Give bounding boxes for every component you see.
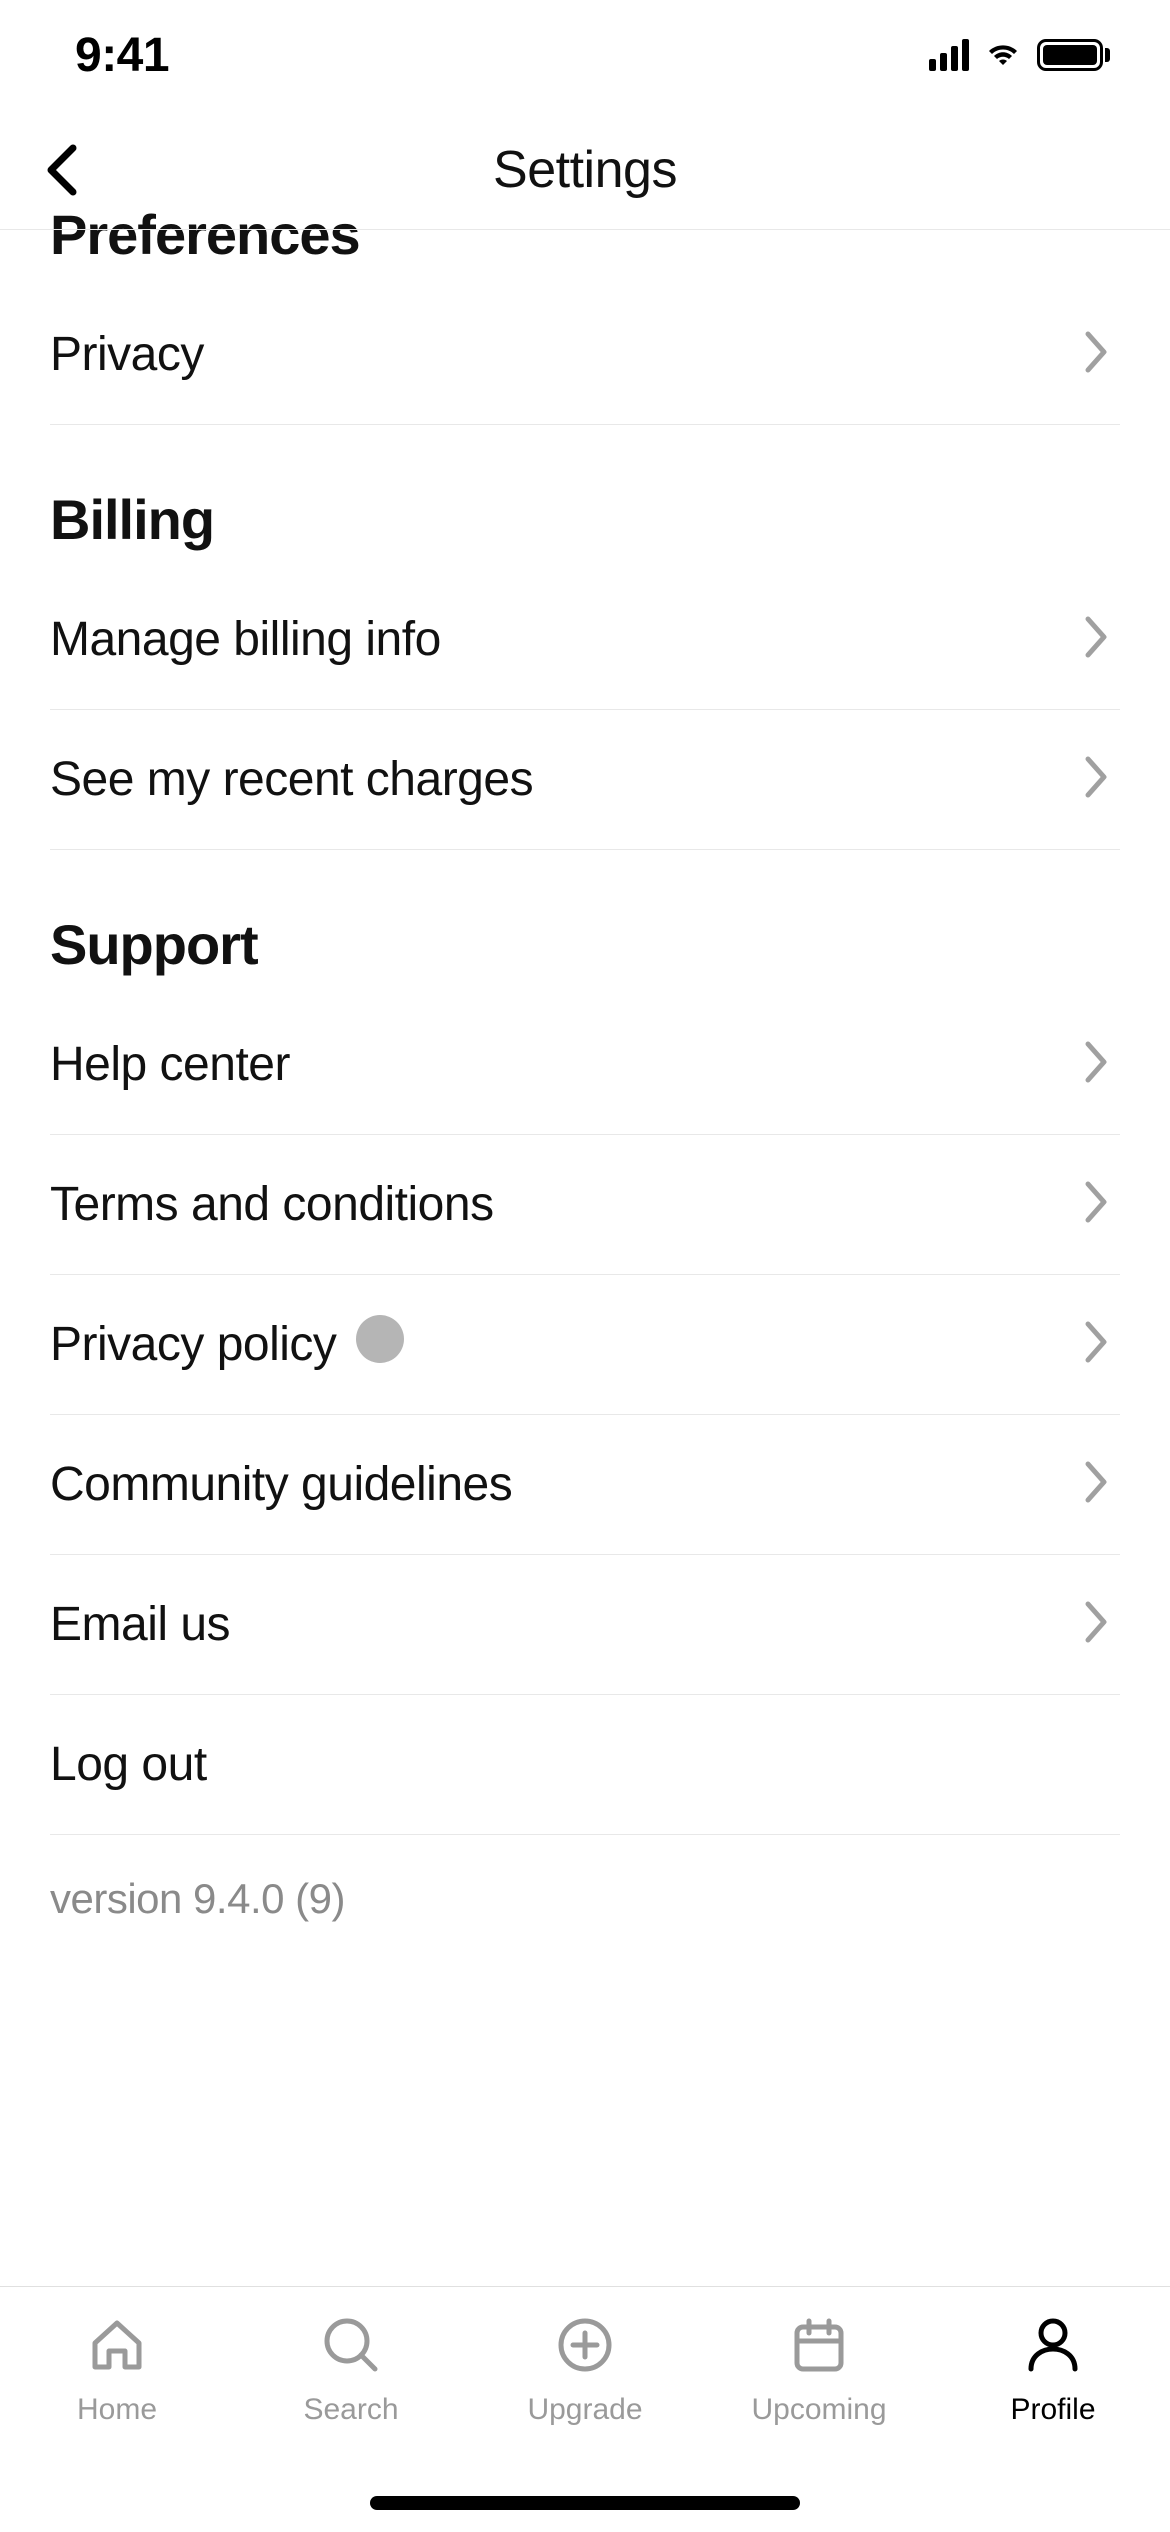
- wifi-icon: [983, 37, 1023, 74]
- calendar-icon: [785, 2311, 853, 2379]
- version-text: version 9.4.0 (9): [50, 1875, 1120, 1923]
- tab-profile[interactable]: Profile: [936, 2311, 1170, 2532]
- page-header: Settings: [0, 110, 1170, 230]
- row-manage-billing[interactable]: Manage billing info: [50, 570, 1120, 710]
- status-bar: 9:41: [0, 0, 1170, 110]
- chevron-right-icon: [1082, 755, 1110, 804]
- row-recent-charges[interactable]: See my recent charges: [50, 710, 1120, 850]
- back-button[interactable]: [28, 134, 100, 206]
- row-logout[interactable]: Log out: [50, 1695, 1120, 1835]
- row-label: Help center: [50, 1037, 290, 1092]
- chevron-right-icon: [1082, 1040, 1110, 1089]
- chevron-right-icon: [1082, 1320, 1110, 1369]
- profile-icon: [1019, 2311, 1087, 2379]
- row-privacy[interactable]: Privacy: [50, 285, 1120, 425]
- home-indicator[interactable]: [370, 2496, 800, 2510]
- section-header-billing: Billing: [50, 487, 1120, 552]
- row-label: Manage billing info: [50, 612, 441, 667]
- chevron-right-icon: [1082, 615, 1110, 664]
- page-title: Settings: [0, 140, 1170, 200]
- row-label: Log out: [50, 1737, 207, 1792]
- tab-label: Upcoming: [751, 2393, 886, 2427]
- tab-label: Home: [77, 2393, 157, 2427]
- tab-home[interactable]: Home: [0, 2311, 234, 2532]
- chevron-right-icon: [1082, 1460, 1110, 1509]
- row-label: Privacy: [50, 327, 204, 382]
- home-icon: [83, 2311, 151, 2379]
- row-help-center[interactable]: Help center: [50, 995, 1120, 1135]
- chevron-right-icon: [1082, 1600, 1110, 1649]
- row-label: Privacy policy: [50, 1317, 336, 1372]
- search-icon: [317, 2311, 385, 2379]
- status-time: 9:41: [75, 28, 169, 83]
- chevron-left-icon: [43, 142, 85, 198]
- plus-circle-icon: [551, 2311, 619, 2379]
- section-header-support: Support: [50, 912, 1120, 977]
- row-label: Terms and conditions: [50, 1177, 494, 1232]
- tab-label: Search: [303, 2393, 398, 2427]
- indicator-dot-icon: [356, 1315, 404, 1363]
- battery-icon: [1037, 39, 1110, 71]
- tab-label: Profile: [1010, 2393, 1095, 2427]
- row-terms[interactable]: Terms and conditions: [50, 1135, 1120, 1275]
- chevron-right-icon: [1082, 330, 1110, 379]
- row-label: Community guidelines: [50, 1457, 512, 1512]
- tab-label: Upgrade: [527, 2393, 642, 2427]
- cellular-signal-icon: [929, 39, 969, 71]
- chevron-right-icon: [1082, 1180, 1110, 1229]
- row-label: See my recent charges: [50, 752, 533, 807]
- row-privacy-policy[interactable]: Privacy policy: [50, 1275, 1120, 1415]
- row-email-us[interactable]: Email us: [50, 1555, 1120, 1695]
- row-label: Email us: [50, 1597, 230, 1652]
- row-community-guidelines[interactable]: Community guidelines: [50, 1415, 1120, 1555]
- status-indicators: [929, 37, 1110, 74]
